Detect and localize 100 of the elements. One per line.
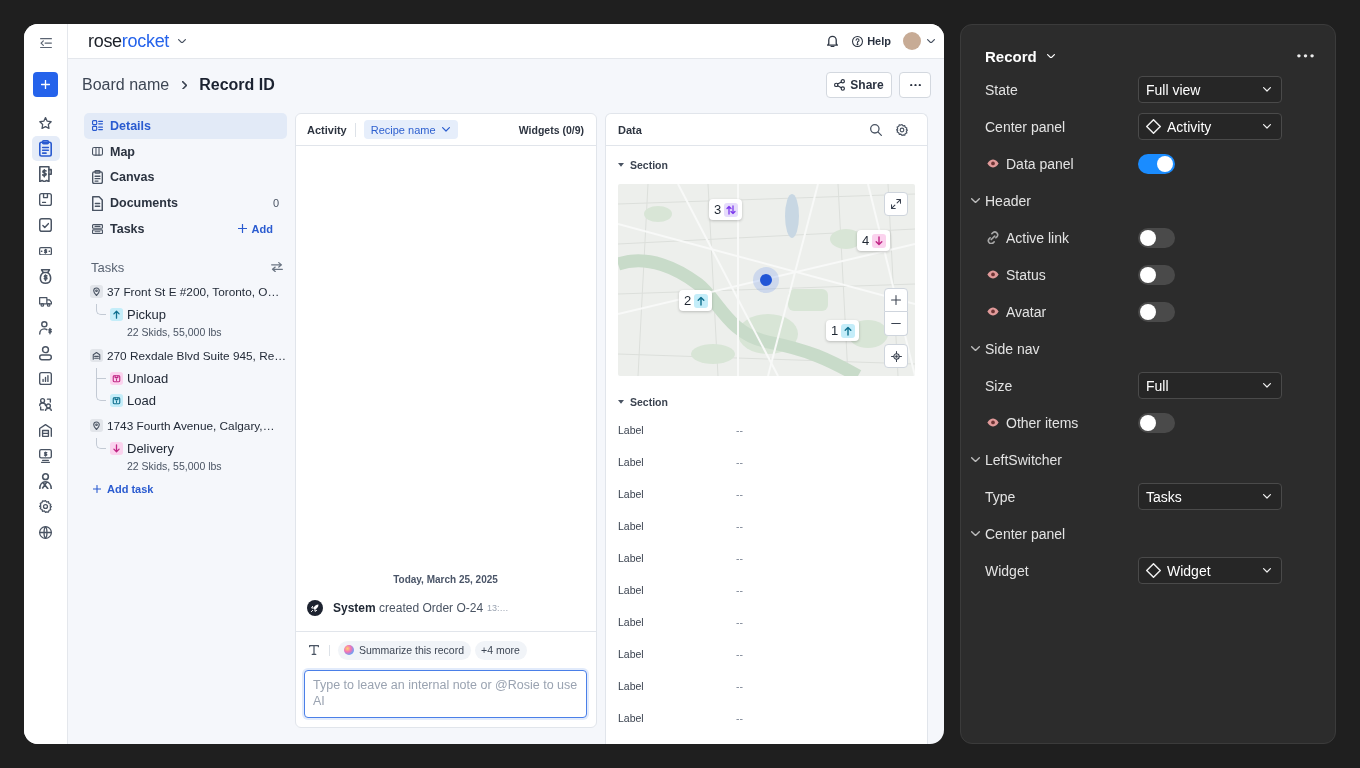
activity-tab[interactable]: Activity [307,123,347,136]
dropdown[interactable]: Tasks [1138,483,1282,510]
field-value: -- [736,680,743,692]
recipe-dropdown[interactable]: Recipe name [363,120,458,139]
record-nav-item[interactable]: Canvas [84,164,287,191]
more-button[interactable] [1297,54,1314,58]
plus-icon [41,80,50,90]
add-link[interactable]: Add [237,222,273,235]
setting-label: Avatar [1006,303,1047,320]
settings-icon [39,500,52,514]
stop-address[interactable]: 37 Front St E #200, Toronto, O… [107,284,280,299]
menu-icon[interactable] [39,38,52,49]
avatar [903,32,921,50]
more-icon [1297,54,1314,58]
person-dollar-icon [39,320,52,335]
record-nav-item[interactable]: Tasks Add [84,216,287,242]
map-icon [92,147,103,156]
toggle-switch[interactable] [1138,412,1175,433]
locate-button[interactable] [884,344,908,368]
chevron-icon [1263,494,1271,499]
section-header[interactable]: LeftSwitcher [961,441,1335,478]
plus-icon [891,295,901,305]
location-pin-icon [90,285,103,299]
share-button[interactable]: Share [826,72,892,98]
document-icon [92,195,103,211]
map-marker[interactable]: 4 [857,230,891,251]
dropdown[interactable]: Widget [1138,557,1282,584]
record-nav-item[interactable]: Details [84,113,287,139]
rail-nav-item[interactable] [31,135,60,162]
minus-icon [891,323,901,324]
chevron-icon [1046,53,1055,59]
breadcrumb-link[interactable]: Board name [82,76,170,94]
task-label[interactable]: Pickup [127,307,167,323]
toggle-switch[interactable] [1138,153,1175,174]
note-input[interactable]: Type to leave an internal note or @Rosie to use AI [304,670,587,718]
widgets-button[interactable]: Widgets (0/9) [518,123,584,136]
users-icon [39,397,52,412]
task-label[interactable]: Load [127,393,156,409]
toggle-switch[interactable] [1138,301,1175,322]
field-value: -- [736,584,743,596]
dropdown[interactable]: Full [1138,372,1282,399]
notification-icon[interactable] [827,34,839,48]
dropdown[interactable]: Activity [1138,113,1282,140]
chevron-icon [1263,124,1271,129]
chevron-icon [441,127,450,132]
section-header[interactable]: Side nav [961,330,1335,367]
section-header[interactable]: Section [606,390,674,414]
chevron-icon [971,197,980,204]
search-icon[interactable] [870,123,882,136]
warehouse-icon [90,349,103,363]
field-label: Label [618,424,645,436]
field-label: Label [618,520,645,532]
rocket-icon [307,600,323,616]
task-label[interactable]: Unload [127,371,169,387]
box-icon [110,372,123,386]
arrow-up-icon [110,308,123,322]
add-task-button[interactable]: Add task [84,477,154,500]
new-button[interactable] [33,72,58,98]
user-icon [39,346,52,361]
suggestion-chip[interactable]: Summarize this record [338,640,472,660]
clipboard-icon [92,170,103,185]
setting-label: Size [985,377,1013,394]
settings-icon[interactable] [896,123,908,136]
link-icon [987,230,999,245]
help-button[interactable]: Help [852,35,891,47]
stop-address[interactable]: 1743 Fourth Avenue, Calgary,… [107,418,275,433]
text-format-icon[interactable] [309,645,319,655]
chevron-icon[interactable] [178,38,187,44]
box-icon [110,394,123,408]
field-label: Label [618,552,645,564]
more-suggestions-chip[interactable]: +4 more [475,640,527,660]
field-label: Label [618,680,645,692]
setting-label: Other items [1006,414,1079,431]
record-nav-item[interactable]: Map [84,138,287,165]
section-header[interactable]: Header [961,182,1335,219]
section-title: Tasks [91,259,125,275]
expand-button[interactable] [884,192,908,216]
record-nav-item[interactable]: Documents 0 [84,190,287,216]
map-marker[interactable]: 3 [709,199,743,220]
person-icon [39,473,52,490]
chevron-icon [1263,87,1271,92]
chevron-icon [927,38,935,44]
map-marker[interactable]: 2 [679,290,713,311]
record-menu[interactable]: Record [985,47,1055,65]
task-label[interactable]: Delivery [127,441,174,457]
section-header[interactable]: Section [606,153,674,177]
toggle-switch[interactable] [1138,227,1175,248]
swap-icon[interactable] [271,262,283,273]
arrow-down-icon [110,442,123,456]
activity-event-text: System created Order O-24 [333,601,484,615]
section-header[interactable]: Center panel [961,515,1335,552]
eye-icon [987,418,999,427]
map-marker[interactable]: 1 [826,320,860,341]
stop-address[interactable]: 270 Rexdale Blvd Suite 945, Re… [107,348,287,363]
field-value: -- [736,712,743,724]
dropdown[interactable]: Full view [1138,76,1282,103]
crosshair-icon [890,350,902,362]
receipt-icon [39,165,52,183]
zoom-in-button[interactable] [884,288,908,312]
toggle-switch[interactable] [1138,264,1175,285]
